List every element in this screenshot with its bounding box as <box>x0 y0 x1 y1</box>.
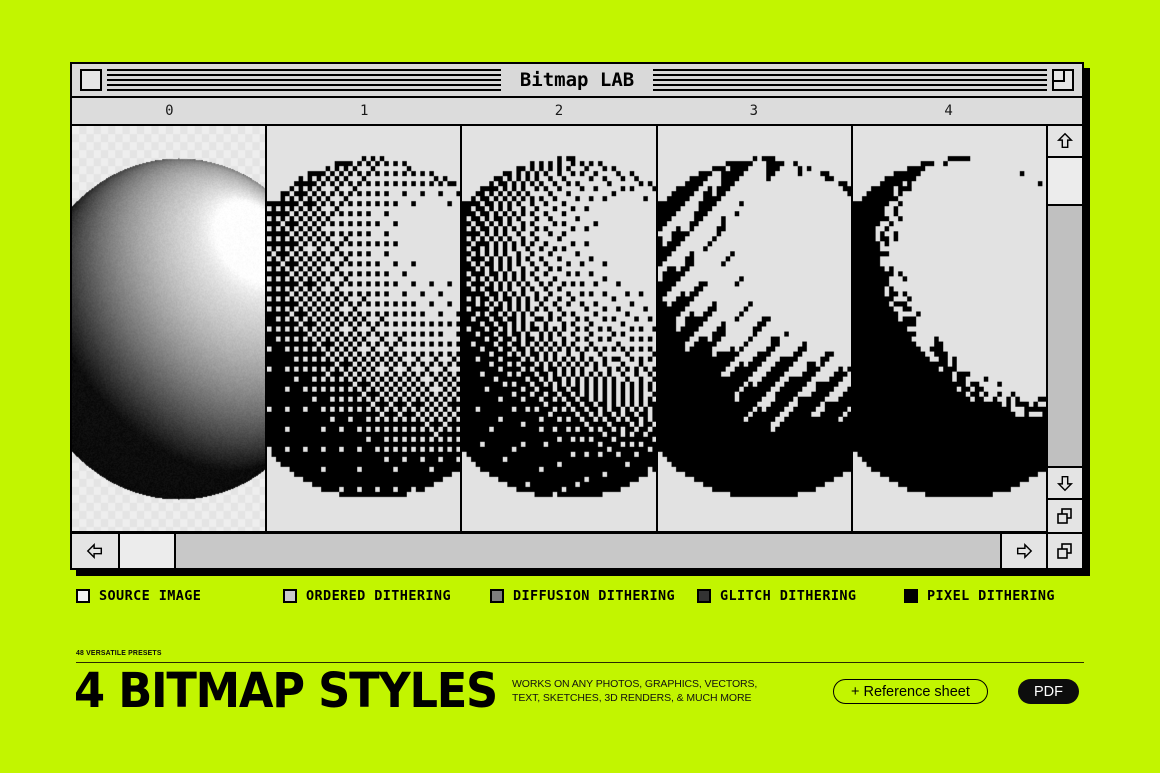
canvas-pixel-dithering <box>852 126 1047 531</box>
vertical-scroll-track[interactable] <box>1048 206 1082 466</box>
scroll-down-button[interactable] <box>1048 466 1082 498</box>
window-title-bar[interactable]: Bitmap LAB <box>72 64 1082 98</box>
footer-description-line-1: WORKS ON ANY PHOTOS, GRAPHICS, VECTORS, <box>512 678 758 690</box>
horizontal-scroll-track[interactable] <box>176 534 1000 568</box>
canvas-diffusion-dithering <box>462 126 656 531</box>
scroll-right-button[interactable] <box>1000 534 1048 568</box>
eyebrow-text: 48 VERSATILE PRESETS <box>76 648 162 657</box>
reference-sheet-button[interactable]: + Reference sheet <box>833 679 988 704</box>
panel-glitch-dithering[interactable] <box>657 126 853 531</box>
legend-item-glitch-dithering: GLITCH DITHERING <box>697 588 904 604</box>
legend-item-pixel-dithering: PIXEL DITHERING <box>904 588 1055 604</box>
pdf-button[interactable]: PDF <box>1018 679 1079 704</box>
canvas-source-image <box>72 126 266 531</box>
legend-label: GLITCH DITHERING <box>720 588 857 604</box>
vertical-grow-box[interactable] <box>1048 498 1082 532</box>
legend-swatch-icon <box>76 589 90 603</box>
legend-swatch-icon <box>697 589 711 603</box>
column-header-2[interactable]: 2 <box>462 98 657 124</box>
panel-pixel-dithering[interactable] <box>852 126 1047 531</box>
scroll-up-button[interactable] <box>1048 126 1082 158</box>
horizontal-scrollbar[interactable] <box>72 532 1082 568</box>
column-header-scroll-spacer <box>1046 98 1082 124</box>
title-bar-stripes-right <box>653 69 1048 91</box>
window-body <box>72 126 1082 532</box>
canvas-glitch-dithering <box>657 126 851 531</box>
preview-panels <box>72 126 1047 532</box>
horizontal-grow-box[interactable] <box>1048 534 1082 568</box>
column-header-0[interactable]: 0 <box>72 98 267 124</box>
footer-description-line-2: TEXT, SKETCHES, 3D RENDERS, & MUCH MORE <box>512 691 752 704</box>
title-bar-stripes-left <box>107 69 501 91</box>
canvas-ordered-dithering <box>267 126 461 531</box>
column-header-4[interactable]: 4 <box>851 98 1046 124</box>
legend-label: PIXEL DITHERING <box>927 588 1055 604</box>
vertical-scroll-thumb[interactable] <box>1048 158 1082 206</box>
zoom-box-icon[interactable] <box>1052 69 1075 91</box>
panel-diffusion-dithering[interactable] <box>462 126 658 531</box>
legend-swatch-icon <box>904 589 918 603</box>
scroll-left-button[interactable] <box>72 534 120 568</box>
resize-grow-icon <box>1057 543 1072 559</box>
legend-swatch-icon <box>490 589 504 603</box>
panel-source-image[interactable] <box>72 126 268 531</box>
legend: SOURCE IMAGE ORDERED DITHERING DIFFUSION… <box>76 588 1086 604</box>
vertical-scrollbar[interactable] <box>1046 126 1082 532</box>
footer-description: WORKS ON ANY PHOTOS, GRAPHICS, VECTORS, … <box>512 678 757 706</box>
arrow-down-icon <box>1056 475 1074 492</box>
legend-label: SOURCE IMAGE <box>99 588 202 604</box>
legend-item-source-image: SOURCE IMAGE <box>76 588 283 604</box>
legend-item-ordered-dithering: ORDERED DITHERING <box>283 588 490 604</box>
window-title: Bitmap LAB <box>505 70 649 90</box>
column-header-row: 0 1 2 3 4 <box>72 98 1082 126</box>
column-header-1[interactable]: 1 <box>267 98 462 124</box>
legend-swatch-icon <box>283 589 297 603</box>
page-title: 4 BITMAP STYLES <box>74 663 498 720</box>
arrow-up-icon <box>1056 132 1074 149</box>
horizontal-scroll-thumb[interactable] <box>120 534 176 568</box>
bitmap-lab-window: Bitmap LAB 0 1 2 3 4 <box>70 62 1084 570</box>
legend-item-diffusion-dithering: DIFFUSION DITHERING <box>490 588 697 604</box>
resize-grow-icon <box>1057 508 1072 524</box>
close-box-icon[interactable] <box>80 69 102 91</box>
arrow-right-icon <box>1016 542 1033 560</box>
legend-label: DIFFUSION DITHERING <box>513 588 676 604</box>
panel-ordered-dithering[interactable] <box>267 126 463 531</box>
arrow-left-icon <box>86 542 103 560</box>
legend-label: ORDERED DITHERING <box>306 588 451 604</box>
column-header-3[interactable]: 3 <box>656 98 851 124</box>
